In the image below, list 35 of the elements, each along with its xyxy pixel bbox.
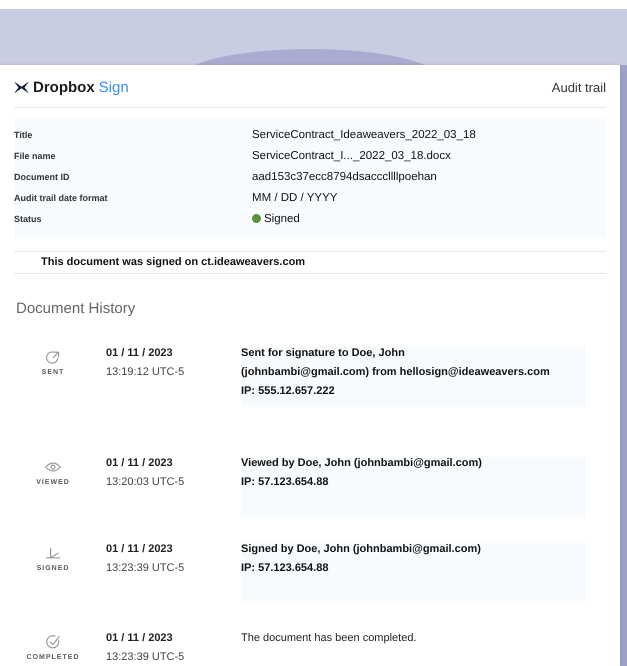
detail-label: Document ID: [14, 172, 71, 182]
check-circle-icon: [45, 634, 61, 650]
event-description: IP: 57.123.654.88: [241, 476, 330, 488]
event-description: The document has been completed.: [241, 632, 418, 644]
logo-icon: [14, 80, 29, 94]
event-time: 13:20:03 UTC-5: [106, 476, 186, 488]
brand-name: Dropbox: [33, 78, 95, 96]
detail-value: MM / DD / YYYY: [252, 192, 338, 204]
event-time: 13:19:12 UTC-5: [106, 366, 186, 378]
brand-accent: Sign: [98, 78, 129, 96]
event-description: Sent for signature to Doe, John: [241, 347, 406, 359]
signature-icon: [45, 545, 61, 561]
share-arrow-icon: [45, 349, 61, 365]
event-time: 13:23:39 UTC-5: [106, 651, 186, 663]
event-description: IP: 555.12.657.222: [241, 385, 336, 397]
event-description: IP: 57.123.654.88: [241, 562, 330, 574]
event-time: 13:23:39 UTC-5: [106, 562, 186, 574]
event-date: 01 / 11 / 2023: [106, 347, 174, 359]
event-date: 01 / 11 / 2023: [106, 632, 174, 644]
event-date: 01 / 11 / 2023: [106, 543, 174, 555]
signed-on-note: This document was signed on ct.ideaweavers.com: [40, 255, 306, 270]
page-title: Audit trail: [552, 80, 606, 94]
detail-value: ServiceContract_Ideaweavers_2022_03_18: [252, 128, 476, 140]
detail-label: Audit trail date format: [14, 192, 109, 202]
detail-label: Title: [14, 130, 34, 140]
detail-value: ServiceContract_I..._2022_03_18.docx: [252, 150, 451, 162]
detail-label: Status: [14, 214, 43, 224]
event-date: 01 / 11 / 2023: [106, 457, 174, 469]
event-description: Viewed by Doe, John (johnbambi@gmail.com): [241, 457, 483, 469]
section-title: Document History: [15, 299, 136, 317]
status-value: Signed: [264, 212, 300, 224]
detail-label: File name: [14, 150, 57, 160]
event-description: (johnbambi@gmail.com) from hellosign@ideaweavers.com: [241, 366, 551, 378]
detail-value: aad153c37ecc8794dsacccllllpoehan: [252, 170, 437, 182]
event-description: Signed by Doe, John (johnbambi@gmail.com): [241, 543, 482, 555]
